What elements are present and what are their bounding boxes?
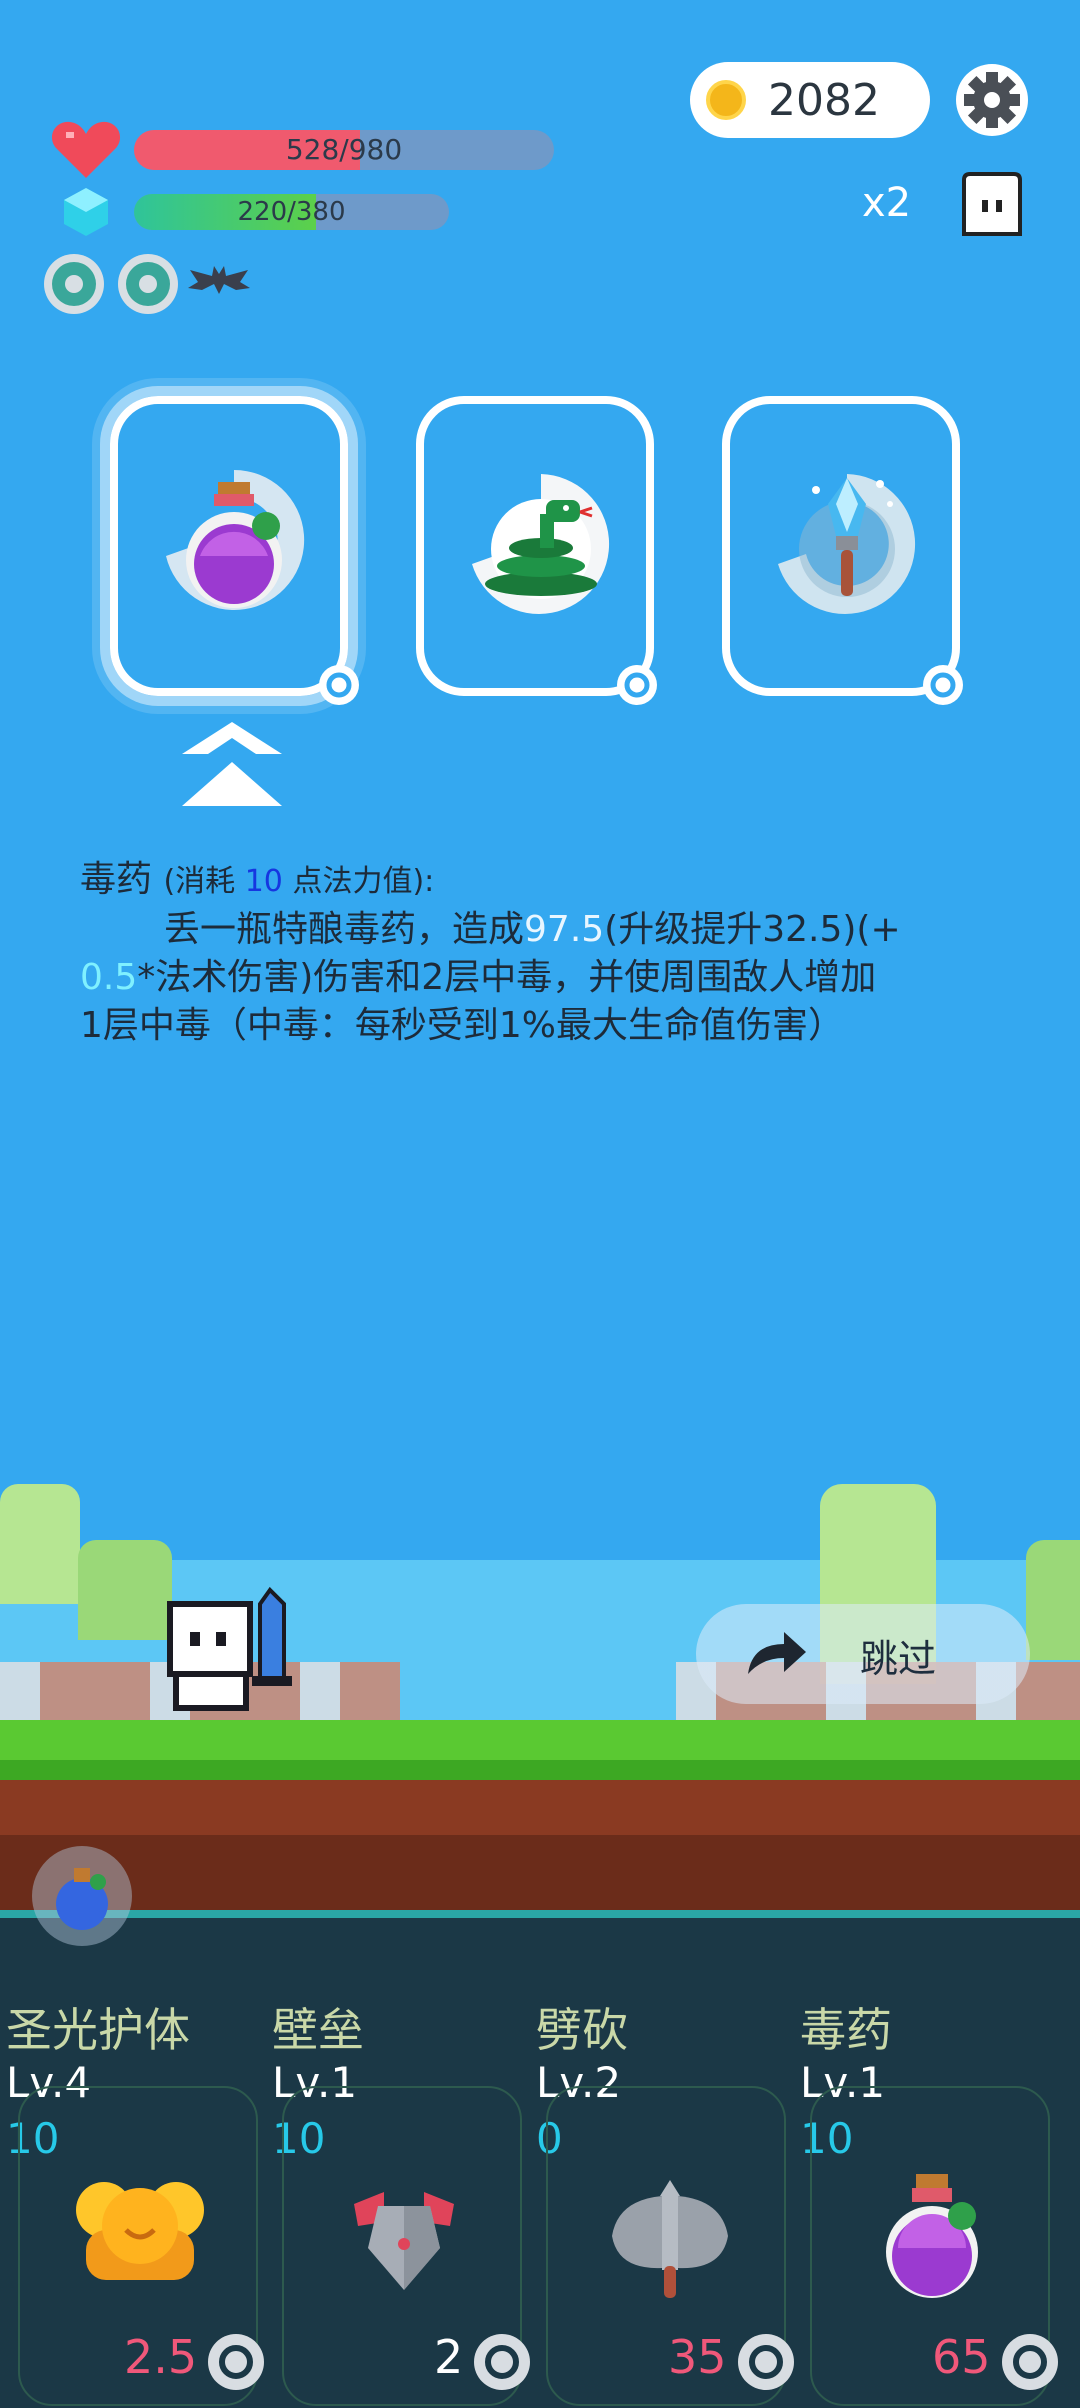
purple-potion-icon (870, 2170, 994, 2300)
selected-chevron-up-icon (182, 722, 282, 808)
cooldown-spiral-icon (734, 2330, 798, 2394)
blue-potion-icon (56, 1868, 108, 1930)
settings-gear-icon[interactable] (954, 62, 1030, 138)
mana-cost: 10 (244, 864, 283, 899)
green-snake-icon (456, 464, 626, 624)
cooldown-spiral-icon (998, 2330, 1062, 2394)
skill-card-snake[interactable] (416, 396, 657, 705)
cooldown-spiral-icon (204, 2330, 268, 2394)
shield-buff-icon (116, 252, 180, 316)
hp-text: 528/980 (285, 133, 403, 166)
refresh-icon[interactable] (612, 660, 662, 710)
coin-icon (706, 80, 746, 120)
ice-crystal-wand-icon (762, 464, 932, 624)
skip-arrow-icon (744, 1628, 808, 1678)
refresh-icon[interactable] (918, 660, 968, 710)
armor-icon (344, 2178, 464, 2298)
grass-edge (0, 1760, 1080, 1782)
tree (0, 1484, 80, 1604)
cooldown-spiral-icon (470, 2330, 534, 2394)
heart-icon (50, 118, 122, 182)
slot-2-cost: 2 (434, 2330, 464, 2384)
slot-1-name: 圣光护体 (6, 2003, 190, 2057)
purple-potion-icon (154, 460, 314, 620)
dirt-deep (0, 1835, 1080, 1910)
slot-4-cost: 65 (932, 2330, 991, 2384)
skip-label[interactable]: 跳过 (860, 1628, 936, 1683)
tree (1026, 1540, 1080, 1660)
skill-title: 毒药 (80, 859, 153, 900)
white-knight-player (160, 1584, 300, 1714)
slot-4-name: 毒药 (800, 2003, 892, 2057)
bat-icon (184, 262, 254, 302)
tree (78, 1540, 172, 1640)
panel-edge (0, 1910, 1080, 1918)
mana-gem-icon (62, 186, 110, 238)
golden-shield-icon (70, 2170, 210, 2300)
refresh-icon[interactable] (314, 660, 364, 710)
slot-3-name: 劈砍 (536, 2003, 628, 2057)
skill-card-ice-wand[interactable] (722, 396, 963, 705)
coin-counter: 2082 (690, 62, 930, 138)
mp-text: 220/380 (237, 197, 346, 227)
hp-bar: 528/980 (134, 130, 554, 170)
slot-1-cost: 2.5 (124, 2330, 198, 2384)
skill-card-poison[interactable] (110, 396, 359, 705)
mp-bar: 220/380 (134, 194, 449, 230)
shield-buff-icon (42, 252, 106, 316)
active-potion-button[interactable] (32, 1846, 132, 1946)
coin-value: 2082 (768, 74, 880, 126)
slot-3-cost: 35 (668, 2330, 727, 2384)
slot-2-name: 壁垒 (272, 2003, 364, 2057)
axe-icon (608, 2176, 732, 2300)
skill-description: 毒药 (消耗 10 点法力值): 丢一瓶特酿毒药，造成97.5(升级提升32.5… (80, 859, 901, 1046)
ghost-reroll-icon[interactable] (956, 170, 1028, 240)
reroll-multiplier: x2 (862, 180, 912, 226)
